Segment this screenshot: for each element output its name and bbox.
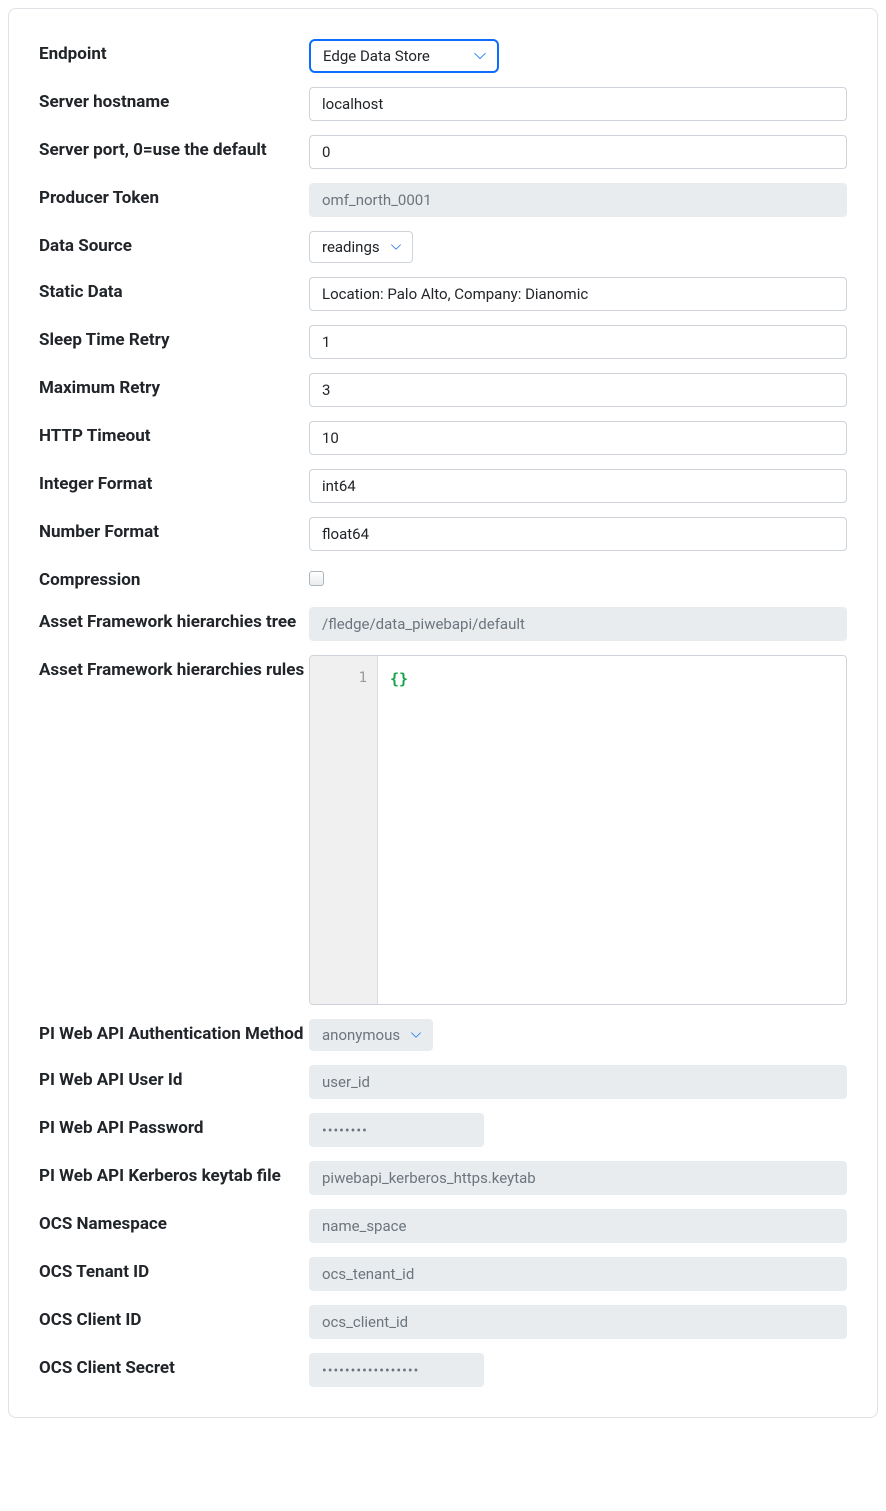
- producer-token-input: [309, 183, 847, 217]
- row-pi-auth-method: PI Web API Authentication Method anonymo…: [39, 1019, 847, 1051]
- row-maximum-retry: Maximum Retry: [39, 373, 847, 407]
- label-pi-kerberos: PI Web API Kerberos keytab file: [39, 1161, 309, 1189]
- maximum-retry-input[interactable]: [309, 373, 847, 407]
- row-static-data: Static Data: [39, 277, 847, 311]
- pi-auth-method-value: anonymous: [322, 1026, 400, 1044]
- ocs-tenant-id-input: [309, 1257, 847, 1291]
- code-gutter: 1: [310, 656, 378, 1004]
- pi-user-id-input: [309, 1065, 847, 1099]
- ocs-client-id-input: [309, 1305, 847, 1339]
- endpoint-select[interactable]: Edge Data Store: [309, 39, 499, 73]
- label-pi-auth-method: PI Web API Authentication Method: [39, 1019, 309, 1047]
- label-static-data: Static Data: [39, 277, 309, 305]
- label-maximum-retry: Maximum Retry: [39, 373, 309, 401]
- compression-checkbox[interactable]: [309, 571, 324, 586]
- data-source-select-value: readings: [322, 238, 380, 256]
- row-ocs-namespace: OCS Namespace: [39, 1209, 847, 1243]
- label-pi-password: PI Web API Password: [39, 1113, 309, 1141]
- label-ocs-tenant-id: OCS Tenant ID: [39, 1257, 309, 1285]
- row-http-timeout: HTTP Timeout: [39, 421, 847, 455]
- row-pi-user-id: PI Web API User Id: [39, 1065, 847, 1099]
- data-source-select[interactable]: readings: [309, 231, 413, 263]
- label-number-format: Number Format: [39, 517, 309, 545]
- row-endpoint: Endpoint Edge Data Store: [39, 39, 847, 73]
- label-server-hostname: Server hostname: [39, 87, 309, 115]
- row-af-tree: Asset Framework hierarchies tree: [39, 607, 847, 641]
- chevron-down-icon: [473, 49, 487, 63]
- label-pi-user-id: PI Web API User Id: [39, 1065, 309, 1093]
- row-af-rules: Asset Framework hierarchies rules 1 {}: [39, 655, 847, 1005]
- row-compression: Compression: [39, 565, 847, 593]
- chevron-down-icon: [390, 241, 402, 253]
- config-form-card: Endpoint Edge Data Store Server hostname…: [8, 8, 878, 1418]
- af-rules-code-editor[interactable]: 1 {}: [309, 655, 847, 1005]
- chevron-down-icon: [410, 1029, 422, 1041]
- label-ocs-client-secret: OCS Client Secret: [39, 1353, 309, 1381]
- label-af-rules: Asset Framework hierarchies rules: [39, 655, 309, 683]
- row-producer-token: Producer Token: [39, 183, 847, 217]
- label-ocs-namespace: OCS Namespace: [39, 1209, 309, 1237]
- label-ocs-client-id: OCS Client ID: [39, 1305, 309, 1333]
- ocs-namespace-input: [309, 1209, 847, 1243]
- label-data-source: Data Source: [39, 231, 309, 259]
- row-ocs-client-id: OCS Client ID: [39, 1305, 847, 1339]
- row-server-port: Server port, 0=use the default: [39, 135, 847, 169]
- row-ocs-tenant-id: OCS Tenant ID: [39, 1257, 847, 1291]
- label-integer-format: Integer Format: [39, 469, 309, 497]
- row-integer-format: Integer Format: [39, 469, 847, 503]
- row-sleep-time-retry: Sleep Time Retry: [39, 325, 847, 359]
- sleep-time-retry-input[interactable]: [309, 325, 847, 359]
- label-af-tree: Asset Framework hierarchies tree: [39, 607, 309, 635]
- server-hostname-input[interactable]: [309, 87, 847, 121]
- line-number: 1: [310, 670, 367, 686]
- row-data-source: Data Source readings: [39, 231, 847, 263]
- number-format-input[interactable]: [309, 517, 847, 551]
- row-number-format: Number Format: [39, 517, 847, 551]
- label-producer-token: Producer Token: [39, 183, 309, 211]
- label-sleep-time-retry: Sleep Time Retry: [39, 325, 309, 353]
- pi-kerberos-input: [309, 1161, 847, 1195]
- http-timeout-input[interactable]: [309, 421, 847, 455]
- label-http-timeout: HTTP Timeout: [39, 421, 309, 449]
- af-tree-input: [309, 607, 847, 641]
- server-port-input[interactable]: [309, 135, 847, 169]
- endpoint-select-value: Edge Data Store: [323, 47, 430, 65]
- pi-password-input: ••••••••: [309, 1113, 484, 1147]
- row-server-hostname: Server hostname: [39, 87, 847, 121]
- label-compression: Compression: [39, 565, 309, 593]
- row-pi-kerberos: PI Web API Kerberos keytab file: [39, 1161, 847, 1195]
- pi-auth-method-select: anonymous: [309, 1019, 433, 1051]
- row-pi-password: PI Web API Password ••••••••: [39, 1113, 847, 1147]
- password-mask: •••••••••••••••••: [322, 1363, 419, 1379]
- password-mask: ••••••••: [322, 1123, 368, 1139]
- static-data-input[interactable]: [309, 277, 847, 311]
- label-server-port: Server port, 0=use the default: [39, 135, 309, 163]
- ocs-client-secret-input: •••••••••••••••••: [309, 1353, 484, 1387]
- code-content[interactable]: {}: [378, 656, 846, 1004]
- label-endpoint: Endpoint: [39, 39, 309, 67]
- row-ocs-client-secret: OCS Client Secret •••••••••••••••••: [39, 1353, 847, 1387]
- integer-format-input[interactable]: [309, 469, 847, 503]
